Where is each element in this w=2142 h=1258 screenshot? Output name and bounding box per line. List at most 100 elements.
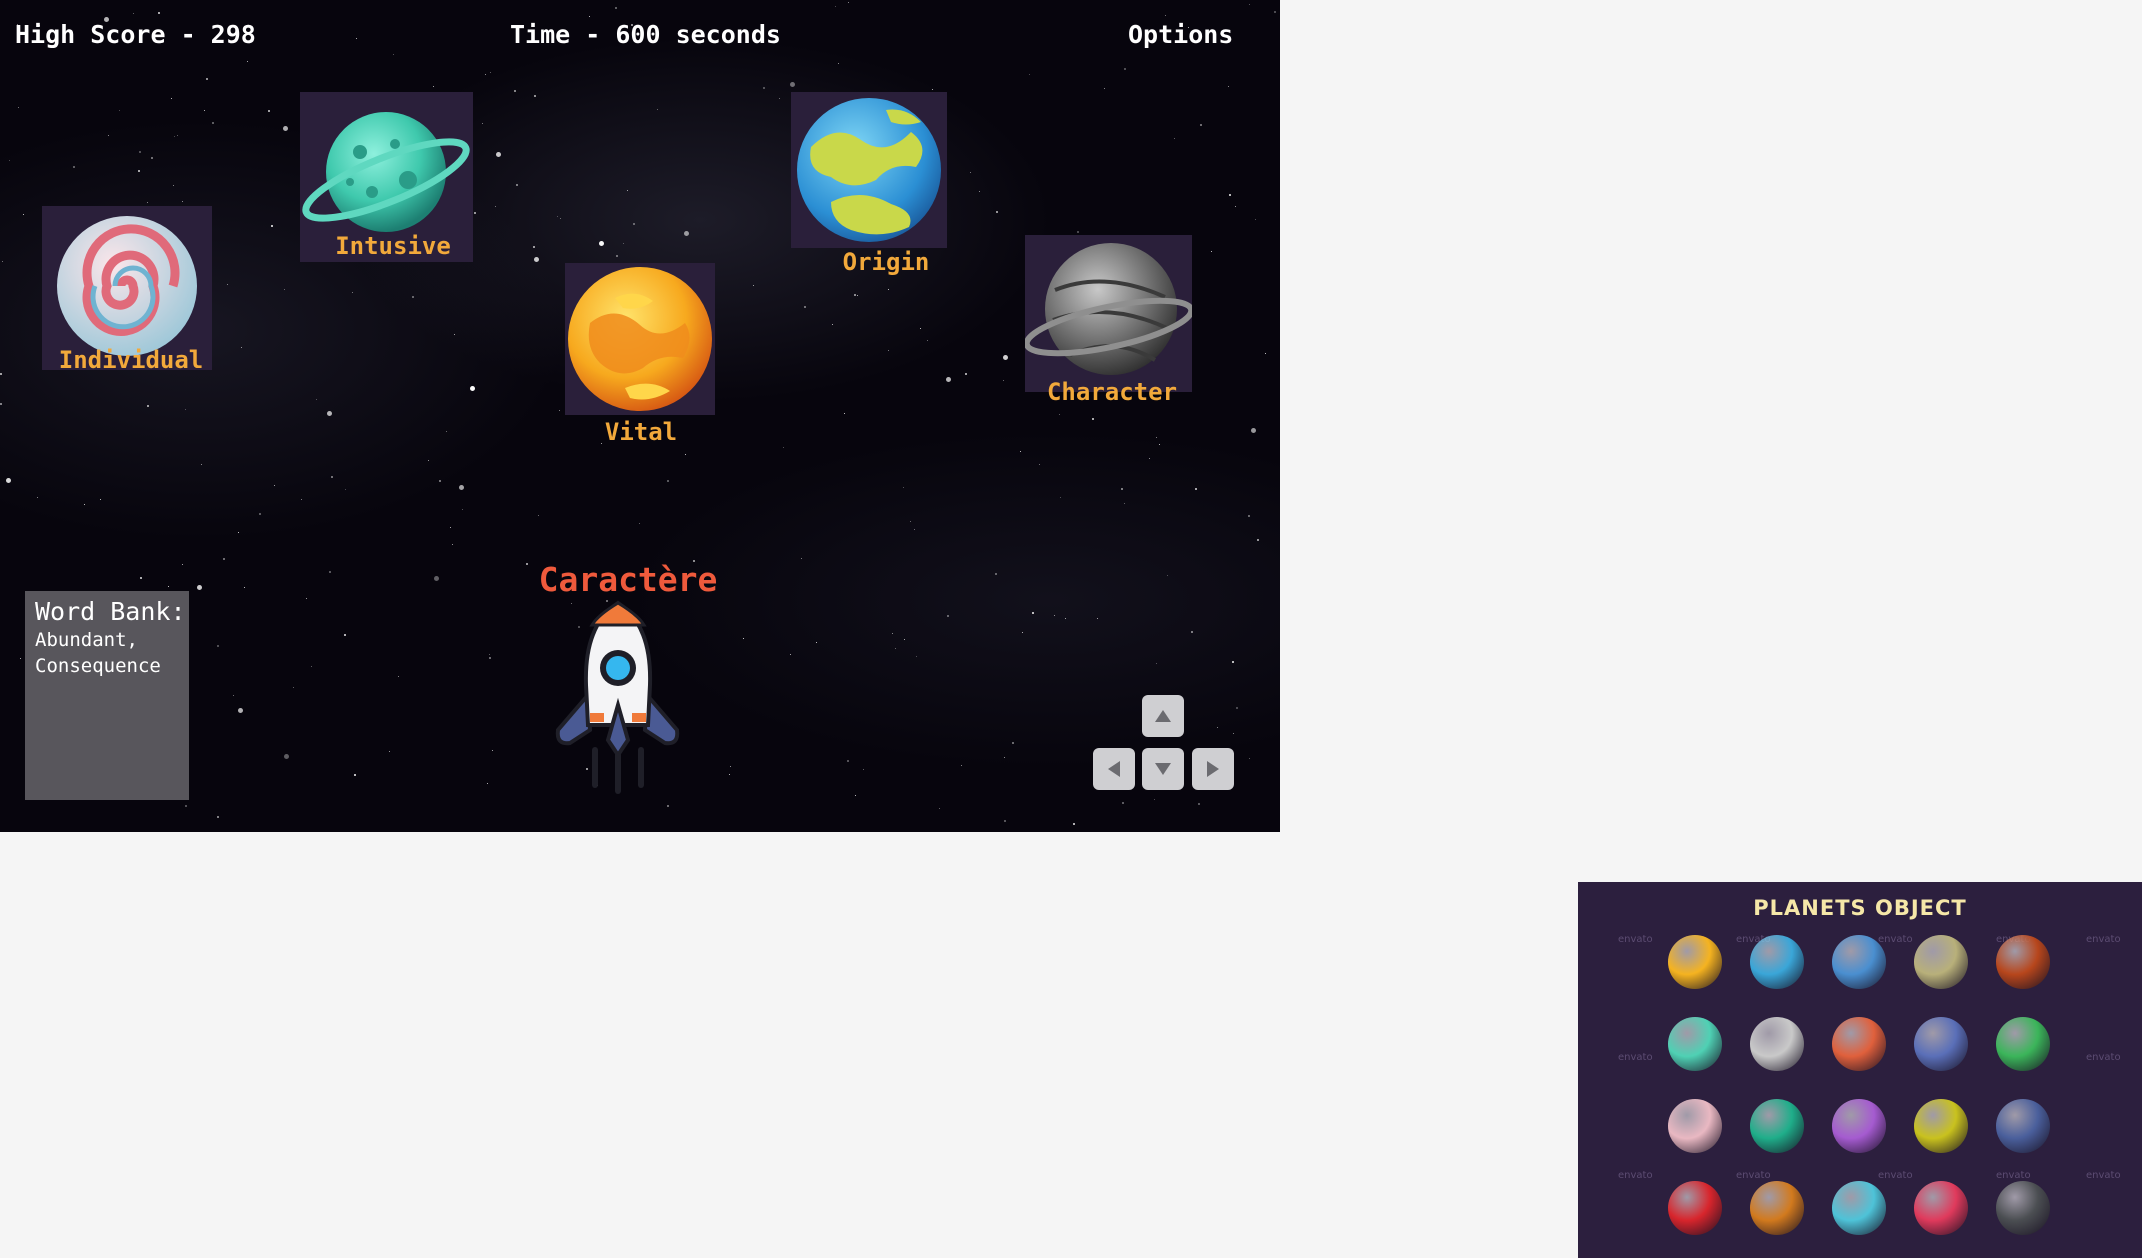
star	[1156, 437, 1157, 438]
star	[197, 585, 202, 590]
star	[1039, 464, 1040, 465]
star	[1233, 733, 1234, 734]
star	[185, 805, 187, 807]
gray-ringed-planet-icon	[1023, 243, 1195, 375]
star	[1257, 539, 1259, 541]
sprite-planet-icon	[1832, 935, 1886, 989]
arrow-down-button[interactable]	[1142, 748, 1184, 790]
sprite-planet-icon	[1832, 1017, 1886, 1071]
star	[1229, 194, 1231, 196]
star	[1149, 458, 1150, 459]
planet-vital[interactable]	[565, 263, 715, 415]
star	[344, 634, 346, 636]
star	[763, 87, 765, 89]
game-canvas[interactable]: High Score - 298 Time - 600 seconds Opti…	[0, 0, 1280, 832]
star	[1029, 74, 1030, 75]
planet-origin[interactable]	[791, 92, 947, 248]
arrow-left-button[interactable]	[1093, 748, 1135, 790]
sprite-planet-icon	[1914, 1099, 1968, 1153]
star	[1104, 88, 1105, 89]
star	[331, 476, 333, 478]
star	[495, 206, 496, 207]
star	[284, 289, 285, 290]
star	[489, 654, 490, 655]
high-score: High Score - 298	[15, 20, 256, 49]
star	[389, 751, 390, 752]
star	[1274, 11, 1276, 13]
star	[345, 489, 346, 490]
star	[247, 61, 248, 62]
star	[1004, 757, 1005, 758]
star	[241, 347, 242, 348]
watermark-text: envato	[2086, 1170, 2121, 1181]
star	[168, 586, 169, 587]
star	[1003, 380, 1004, 381]
star	[454, 334, 455, 335]
star	[589, 16, 590, 17]
sprite-planet-icon	[1832, 1181, 1886, 1235]
star	[206, 78, 208, 80]
arrow-up-icon	[1155, 710, 1171, 722]
word-bank-title: Word Bank:	[35, 597, 186, 626]
star	[140, 577, 142, 579]
star	[1032, 612, 1034, 614]
star	[485, 74, 486, 75]
star	[995, 573, 997, 575]
watermark-text: envato	[1878, 934, 1913, 945]
star	[462, 509, 463, 510]
star	[857, 295, 858, 296]
star	[615, 7, 617, 9]
star	[1195, 488, 1197, 490]
arrow-right-button[interactable]	[1192, 748, 1234, 790]
sprite-planet-icon	[1996, 1099, 2050, 1153]
watermark-text: envato	[1996, 1170, 2031, 1181]
star	[1211, 251, 1212, 252]
star	[108, 135, 109, 136]
star	[1198, 803, 1200, 805]
star	[100, 499, 101, 500]
sprite-planet-icon	[1914, 1017, 1968, 1071]
star	[790, 654, 791, 655]
star	[0, 373, 2, 375]
star	[1167, 575, 1168, 576]
planet-character[interactable]	[1023, 235, 1195, 392]
star	[470, 386, 475, 391]
star	[1065, 618, 1066, 619]
word-bank-words: Abundant, Consequence	[35, 629, 161, 677]
star	[1054, 615, 1055, 616]
star	[534, 95, 536, 97]
star	[283, 126, 288, 131]
star	[965, 373, 967, 375]
star	[533, 246, 535, 248]
star	[119, 110, 120, 111]
star	[667, 480, 669, 482]
star	[790, 82, 795, 87]
options-button[interactable]: Options	[1128, 20, 1233, 49]
star	[1156, 663, 1157, 664]
star	[18, 107, 19, 108]
star	[516, 184, 518, 186]
star	[1022, 632, 1023, 633]
star	[1236, 707, 1238, 709]
star	[1249, 758, 1250, 759]
arrow-up-button[interactable]	[1142, 695, 1184, 737]
star	[514, 90, 516, 92]
planet-label: Character	[1046, 378, 1178, 406]
star	[1077, 231, 1079, 233]
star	[452, 544, 453, 545]
star	[433, 86, 434, 87]
star	[601, 443, 602, 444]
star	[996, 211, 998, 213]
star	[1122, 802, 1124, 804]
star	[147, 202, 148, 203]
star	[151, 157, 153, 159]
star	[892, 633, 893, 634]
sprite-planet-icon	[1996, 935, 2050, 989]
star	[599, 241, 604, 246]
star	[1124, 503, 1125, 504]
rocket-icon[interactable]	[550, 595, 685, 795]
star	[329, 571, 331, 573]
star	[354, 774, 356, 776]
star	[233, 695, 234, 696]
watermark-text: envato	[2086, 934, 2121, 945]
